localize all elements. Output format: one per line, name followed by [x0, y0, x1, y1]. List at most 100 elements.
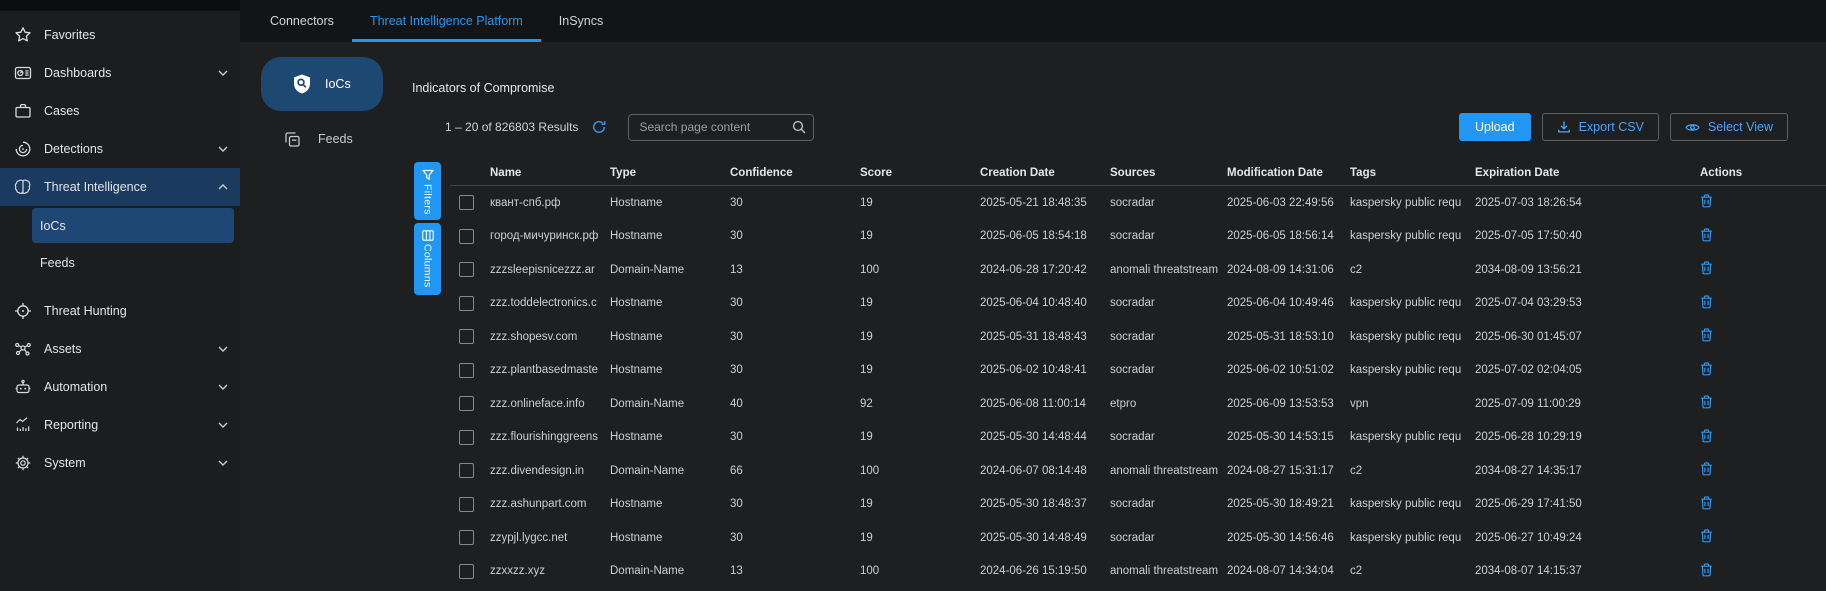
row-checkbox[interactable] — [459, 195, 474, 210]
subnav-item-iocs[interactable]: IoCs — [261, 57, 383, 111]
delete-button[interactable] — [1700, 429, 1713, 443]
select-view-button[interactable]: Select View — [1670, 113, 1788, 141]
cell-expiration-date: 2034-08-27 14:35:17 — [1475, 454, 1700, 488]
tab-threat-intelligence-platform[interactable]: Threat Intelligence Platform — [352, 0, 541, 42]
cell-name[interactable]: город-мичуринск.рф — [490, 220, 610, 254]
refresh-button[interactable] — [590, 118, 608, 136]
cell-name[interactable]: zzz.toddelectronics.c — [490, 287, 610, 321]
sidebar-item-threat-hunting[interactable]: Threat Hunting — [0, 292, 240, 330]
sidebar-item-cases[interactable]: Cases — [0, 92, 240, 130]
cell-name[interactable]: zzz.divendesign.in — [490, 454, 610, 488]
cell-type: Hostname — [610, 320, 730, 354]
sidebar-item-system[interactable]: System — [0, 444, 240, 482]
upload-button[interactable]: Upload — [1459, 113, 1531, 141]
sidebar-item-favorites[interactable]: Favorites — [0, 16, 240, 54]
delete-button[interactable] — [1700, 328, 1713, 342]
delete-button[interactable] — [1700, 496, 1713, 510]
row-checkbox[interactable] — [459, 296, 474, 311]
row-checkbox[interactable] — [459, 530, 474, 545]
row-checkbox[interactable] — [459, 329, 474, 344]
column-header-confidence[interactable]: Confidence — [730, 160, 860, 186]
cell-name[interactable]: zzz.shopesv.com — [490, 320, 610, 354]
cell-creation-date: 2025-05-30 18:48:37 — [980, 488, 1110, 522]
delete-button[interactable] — [1700, 529, 1713, 543]
table-header-row: Name Type Confidence Score Creation Date… — [450, 160, 1826, 186]
sidebar-item-automation[interactable]: Automation — [0, 368, 240, 406]
search-box — [628, 114, 814, 141]
sidebar-item-label: Automation — [44, 380, 107, 394]
sidebar-item-dashboards[interactable]: Dashboards — [0, 54, 240, 92]
cell-modification-date: 2025-06-02 10:51:02 — [1227, 354, 1350, 388]
sidebar-item-detections[interactable]: Detections — [0, 130, 240, 168]
row-checkbox[interactable] — [459, 262, 474, 277]
delete-button[interactable] — [1700, 194, 1713, 208]
delete-button[interactable] — [1700, 228, 1713, 242]
cell-modification-date: 2024-08-27 15:31:17 — [1227, 454, 1350, 488]
cell-type: Domain-Name — [610, 387, 730, 421]
page-title: Indicators of Compromise — [412, 81, 554, 95]
tab-insyncs[interactable]: InSyncs — [541, 0, 621, 42]
delete-button[interactable] — [1700, 261, 1713, 275]
chevron-down-icon — [218, 422, 228, 428]
column-header-tags[interactable]: Tags — [1350, 160, 1475, 186]
column-header-creation-date[interactable]: Creation Date — [980, 160, 1110, 186]
tab-connectors[interactable]: Connectors — [252, 0, 352, 42]
tab-label: Connectors — [270, 14, 334, 28]
funnel-icon — [422, 169, 434, 181]
cell-name[interactable]: zzzsleepisnicezzz.ar — [490, 253, 610, 287]
delete-button[interactable] — [1700, 362, 1713, 376]
cell-name[interactable]: zzypjl.lygcc.net — [490, 521, 610, 555]
cell-name[interactable]: zzz.onlineface.info — [490, 387, 610, 421]
row-checkbox[interactable] — [459, 363, 474, 378]
search-input[interactable] — [628, 114, 814, 141]
table-row: квант-спб.рф Hostname 30 19 2025-05-21 1… — [450, 186, 1826, 220]
delete-button[interactable] — [1700, 395, 1713, 409]
cell-name[interactable]: zzz.plantbasedmaste — [490, 354, 610, 388]
robot-icon — [14, 378, 32, 396]
column-header-type[interactable]: Type — [610, 160, 730, 186]
subnav-feeds-label: Feeds — [318, 132, 353, 146]
column-header-name[interactable]: Name — [490, 160, 610, 186]
column-header-score[interactable]: Score — [860, 160, 980, 186]
table-row: zzzsleepisnicezzz.ar Domain-Name 13 100 … — [450, 253, 1826, 287]
cell-name[interactable]: zzz.ashunpart.com — [490, 488, 610, 522]
sidebar-item-reporting[interactable]: Reporting — [0, 406, 240, 444]
cell-tags: kaspersky public requ — [1350, 186, 1475, 220]
delete-button[interactable] — [1700, 295, 1713, 309]
column-header-expiration-date[interactable]: Expiration Date — [1475, 160, 1700, 186]
cell-name[interactable]: zzxxzz.xyz — [490, 555, 610, 589]
cell-expiration-date: 2025-06-30 01:45:07 — [1475, 320, 1700, 354]
delete-button[interactable] — [1700, 563, 1713, 577]
briefcase-icon — [14, 102, 32, 120]
sidebar-subitem-feeds[interactable]: Feeds — [32, 245, 234, 280]
column-header-sources[interactable]: Sources — [1110, 160, 1227, 186]
delete-button[interactable] — [1700, 462, 1713, 476]
cell-name[interactable]: zzz.flourishinggreens — [490, 421, 610, 455]
sidebar-item-label: Reporting — [44, 418, 98, 432]
row-checkbox[interactable] — [459, 396, 474, 411]
row-checkbox[interactable] — [459, 564, 474, 579]
cell-creation-date: 2025-06-04 10:48:40 — [980, 287, 1110, 321]
sidebar-item-label: Dashboards — [44, 66, 111, 80]
cell-score: 19 — [860, 287, 980, 321]
row-checkbox[interactable] — [459, 463, 474, 478]
filters-tab[interactable]: Filters — [414, 162, 441, 220]
cell-type: Hostname — [610, 488, 730, 522]
sidebar-subitem-iocs[interactable]: IoCs — [32, 208, 234, 243]
cell-name[interactable]: квант-спб.рф — [490, 186, 610, 220]
cell-type: Hostname — [610, 220, 730, 254]
chart-icon — [14, 416, 32, 434]
column-header-modification-date[interactable]: Modification Date — [1227, 160, 1350, 186]
sidebar-item-threat-intelligence[interactable]: Threat Intelligence — [0, 168, 240, 206]
columns-tab[interactable]: Columns — [414, 223, 441, 295]
row-checkbox[interactable] — [459, 430, 474, 445]
row-checkbox[interactable] — [459, 229, 474, 244]
subnav-item-feeds[interactable]: Feeds — [284, 126, 353, 152]
app-window: Favorites Dashboards Cases — [0, 0, 1826, 591]
sidebar-item-assets[interactable]: Assets — [0, 330, 240, 368]
feeds-icon — [284, 131, 301, 148]
cell-creation-date: 2024-06-28 17:20:42 — [980, 253, 1110, 287]
cell-type: Hostname — [610, 421, 730, 455]
row-checkbox[interactable] — [459, 497, 474, 512]
export-csv-button[interactable]: Export CSV — [1542, 113, 1659, 141]
